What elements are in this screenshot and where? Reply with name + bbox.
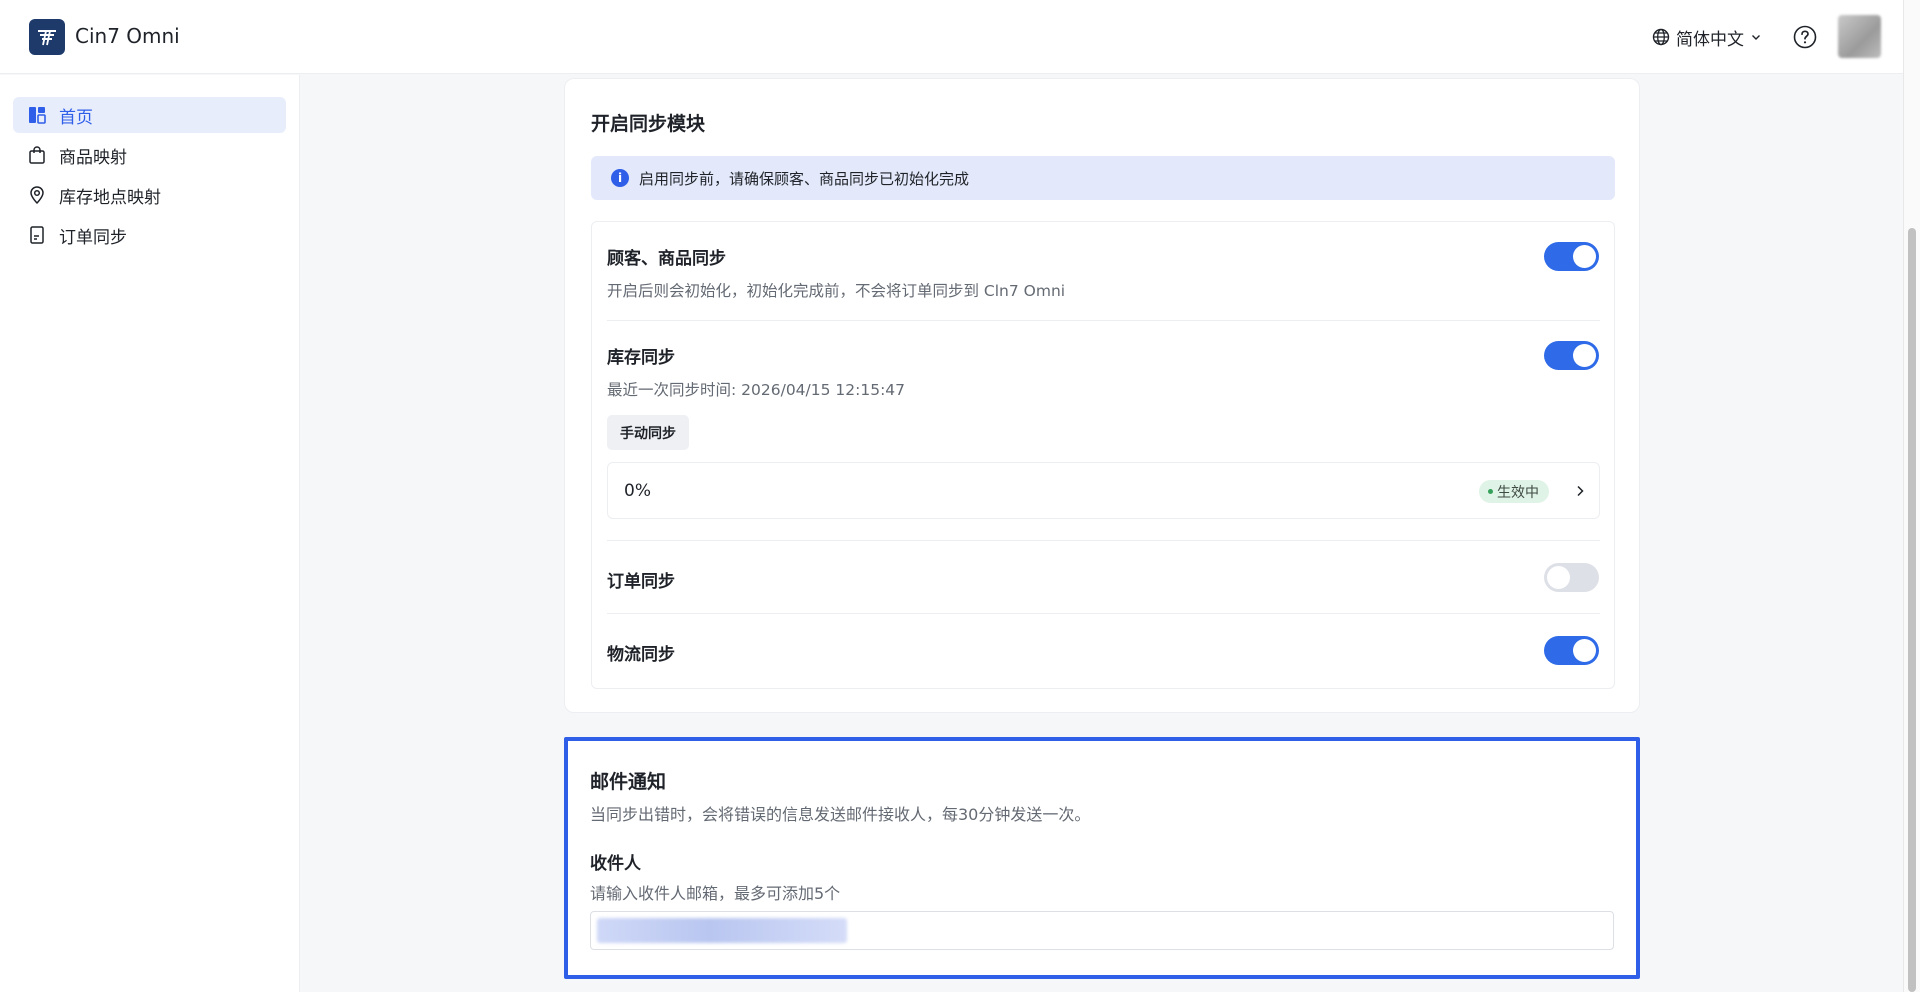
app-title: Cin7 Omni <box>75 24 180 48</box>
dashboard-icon <box>29 107 46 124</box>
sidebar-item-label: 库存地点映射 <box>59 187 161 208</box>
email-card-desc: 当同步出错时，会将错误的信息发送邮件接收人，每30分钟发送一次。 <box>590 805 1091 824</box>
manual-sync-button[interactable]: 手动同步 <box>607 415 689 450</box>
divider <box>607 540 1600 541</box>
status-badge: 生效中 <box>1479 480 1549 503</box>
logistics-sync-toggle[interactable] <box>1544 636 1599 665</box>
app-logo[interactable] <box>29 19 65 55</box>
globe-icon <box>1652 28 1670 46</box>
shopping-bag-icon <box>29 146 45 164</box>
divider <box>607 613 1600 614</box>
order-sync-row: 订单同步 <box>607 567 1600 592</box>
sync-card-title: 开启同步模块 <box>591 113 706 135</box>
sidebar-item-order-sync[interactable]: 订单同步 <box>13 217 286 253</box>
document-icon <box>30 226 44 244</box>
sync-settings-list: 顾客、商品同步 开启后则会初始化，初始化完成前，不会将订单同步到 Cln7 Om… <box>591 221 1615 689</box>
recipient-label: 收件人 <box>590 854 641 874</box>
email-card-title: 邮件通知 <box>590 771 667 793</box>
recipient-email-input[interactable] <box>590 911 1614 950</box>
row-title: 物流同步 <box>607 645 675 665</box>
info-icon: i <box>611 169 629 187</box>
divider <box>607 320 1600 321</box>
sidebar-item-home[interactable]: 首页 <box>13 97 286 133</box>
row-title: 订单同步 <box>607 572 675 592</box>
inventory-sync-progress-row[interactable]: 0% 生效中 <box>607 462 1600 519</box>
logistics-sync-row: 物流同步 <box>607 640 1600 665</box>
sidebar-item-label: 订单同步 <box>59 227 127 248</box>
help-icon[interactable] <box>1793 25 1817 49</box>
alert-text: 启用同步前，请确保顾客、商品同步已初始化完成 <box>639 169 970 188</box>
last-sync-time: 最近一次同步时间: 2026/04/15 12:15:47 <box>607 381 906 399</box>
row-desc: 开启后则会初始化，初始化完成前，不会将订单同步到 Cln7 Omni <box>607 282 1066 300</box>
sync-progress-value: 0% <box>624 481 651 501</box>
language-selector[interactable]: 简体中文 <box>1652 24 1762 50</box>
chevron-down-icon <box>1752 35 1760 40</box>
customer-product-sync-row: 顾客、商品同步 开启后则会初始化，初始化完成前，不会将订单同步到 Cln7 Om… <box>607 244 1600 301</box>
status-text: 生效中 <box>1497 484 1539 501</box>
sidebar-item-label: 商品映射 <box>59 147 127 168</box>
sync-module-card: 开启同步模块 i 启用同步前，请确保顾客、商品同步已初始化完成 顾客、商品同步 … <box>564 78 1640 713</box>
info-alert: i 启用同步前，请确保顾客、商品同步已初始化完成 <box>591 156 1615 200</box>
chevron-right-icon <box>1577 485 1584 497</box>
sidebar-item-location-mapping[interactable]: 库存地点映射 <box>13 177 286 213</box>
sidebar-item-label: 首页 <box>59 107 93 128</box>
order-sync-toggle[interactable] <box>1544 563 1599 592</box>
customer-product-sync-toggle[interactable] <box>1544 242 1599 271</box>
user-avatar[interactable] <box>1838 15 1881 58</box>
status-dot <box>1488 489 1493 494</box>
email-notification-card: 邮件通知 当同步出错时，会将错误的信息发送邮件接收人，每30分钟发送一次。 收件… <box>564 737 1640 979</box>
row-title: 库存同步 <box>607 348 675 368</box>
location-pin-icon <box>30 186 44 205</box>
recipient-hint: 请输入收件人邮箱，最多可添加5个 <box>590 884 841 903</box>
inventory-sync-row: 库存同步 最近一次同步时间: 2026/04/15 12:15:47 <box>607 343 1600 400</box>
logo-icon <box>38 30 56 46</box>
recipient-email-tag[interactable] <box>597 918 847 943</box>
top-header: Cin7 Omni 简体中文 <box>0 0 1903 74</box>
scrollbar-thumb[interactable] <box>1908 228 1916 992</box>
inventory-sync-toggle[interactable] <box>1544 341 1599 370</box>
row-title: 顾客、商品同步 <box>607 249 726 269</box>
sidebar: 首页 商品映射 库存地点映射 订单同步 <box>0 75 300 992</box>
language-label: 简体中文 <box>1676 29 1744 50</box>
sidebar-item-product-mapping[interactable]: 商品映射 <box>13 137 286 173</box>
